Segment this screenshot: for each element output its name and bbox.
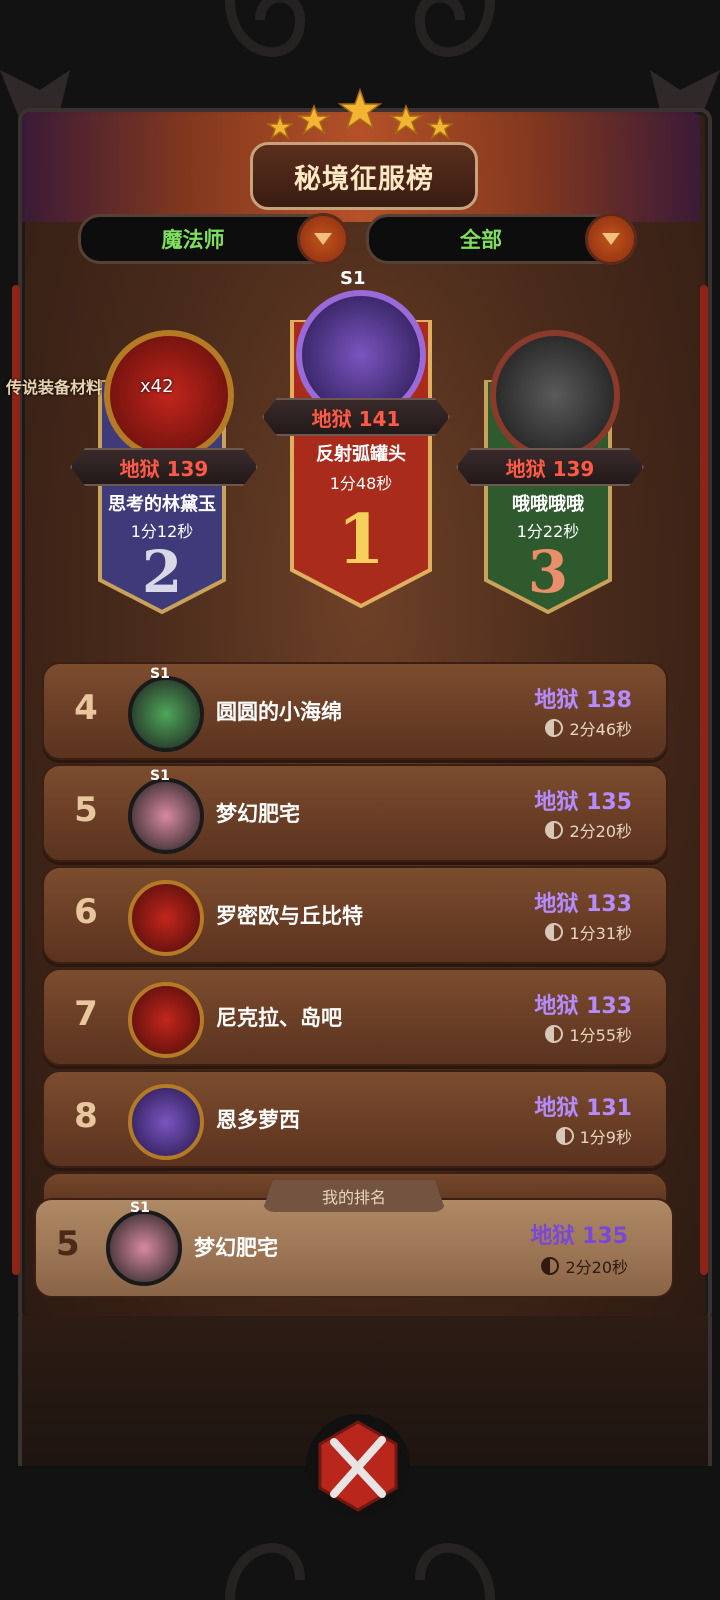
podium-difficulty: 地狱 141: [311, 406, 401, 431]
row-time: 1分9秒: [579, 1128, 632, 1147]
season-badge: S1: [130, 1200, 150, 1216]
avatar: [128, 880, 204, 956]
row-player-name: 罗密欧与丘比特: [216, 904, 363, 928]
item-tooltip-label: 传说装备材料: [6, 378, 103, 397]
row-time: 1分31秒: [569, 924, 632, 943]
leaderboard-title-plate: 秘境征服榜: [250, 142, 478, 210]
clock-icon: [555, 1127, 574, 1145]
row-time: 2分20秒: [569, 822, 632, 841]
podium-player-name: 哦哦哦哦: [512, 494, 584, 515]
clock-icon: [545, 719, 564, 737]
row-rank: 6: [74, 892, 98, 932]
chevron-down-icon[interactable]: [585, 213, 637, 265]
podium-player-name: 反射弧罐头: [316, 444, 406, 465]
rank-number: 1: [337, 500, 385, 580]
table-row[interactable]: 8 恩多萝西 地狱 131 1分9秒: [42, 1070, 668, 1168]
class-filter-dropdown[interactable]: 魔法师: [78, 213, 349, 265]
table-row[interactable]: 4 S1 圆圆的小海绵 地狱 138 2分46秒: [42, 662, 668, 760]
row-difficulty: 地狱 138: [534, 688, 632, 713]
avatar: [490, 330, 620, 460]
clock-icon: [545, 923, 564, 941]
row-player-name: 尼克拉、岛吧: [216, 1006, 342, 1030]
row-player-name: 圆圆的小海绵: [216, 700, 342, 724]
row-rank: 7: [74, 994, 98, 1034]
avatar: [128, 982, 204, 1058]
season-badge: S1: [150, 666, 170, 682]
rank-number: 2: [141, 538, 183, 606]
item-tooltip-count: x42: [140, 376, 174, 397]
clock-icon: [545, 1025, 564, 1043]
chevron-down-icon[interactable]: [297, 213, 349, 265]
my-rank-time: 2分20秒: [565, 1258, 628, 1277]
row-difficulty: 地狱 133: [534, 994, 632, 1019]
podium-time: 1分48秒: [329, 474, 393, 493]
my-rank-difficulty: 地狱 135: [530, 1224, 628, 1249]
page-title: 秘境征服榜: [294, 163, 434, 195]
row-player-name: 恩多萝西: [216, 1108, 300, 1132]
season-badge: S1: [340, 268, 366, 289]
row-rank: 4: [74, 688, 98, 728]
my-rank-number: 5: [56, 1224, 80, 1264]
row-time: 1分55秒: [569, 1026, 632, 1045]
avatar: [106, 1210, 182, 1286]
row-difficulty: 地狱 135: [534, 790, 632, 815]
crossed-swords-icon[interactable]: [304, 1412, 412, 1520]
clock-icon: [541, 1257, 560, 1275]
table-row[interactable]: 7 尼克拉、岛吧 地狱 133 1分55秒: [42, 968, 668, 1066]
table-row[interactable]: 5 S1 梦幻肥宅 地狱 135 2分20秒: [42, 764, 668, 862]
season-badge: S1: [150, 768, 170, 784]
my-rank-label: 我的排名: [262, 1180, 446, 1212]
podium-difficulty: 地狱 139: [119, 456, 209, 481]
row-rank: 5: [74, 790, 98, 830]
right-rail: [700, 285, 708, 1275]
left-rail: [12, 285, 20, 1275]
my-rank-row[interactable]: 5 S1 梦幻肥宅 地狱 135 2分20秒: [34, 1198, 674, 1298]
row-time: 2分46秒: [569, 720, 632, 739]
row-rank: 8: [74, 1096, 98, 1136]
clock-icon: [545, 821, 564, 839]
podium-player-name: 思考的林黛玉: [108, 494, 216, 515]
table-row[interactable]: 6 罗密欧与丘比特 地狱 133 1分31秒: [42, 866, 668, 964]
avatar: [128, 1084, 204, 1160]
my-rank-player-name: 梦幻肥宅: [194, 1236, 278, 1260]
row-difficulty: 地狱 133: [534, 892, 632, 917]
avatar: [128, 778, 204, 854]
avatar: [128, 676, 204, 752]
row-player-name: 梦幻肥宅: [216, 802, 300, 826]
podium-difficulty: 地狱 139: [505, 456, 595, 481]
row-difficulty: 地狱 131: [534, 1096, 632, 1121]
scope-filter-dropdown[interactable]: 全部: [366, 213, 637, 265]
five-star-icon: [265, 88, 455, 141]
rank-number: 3: [527, 538, 569, 606]
